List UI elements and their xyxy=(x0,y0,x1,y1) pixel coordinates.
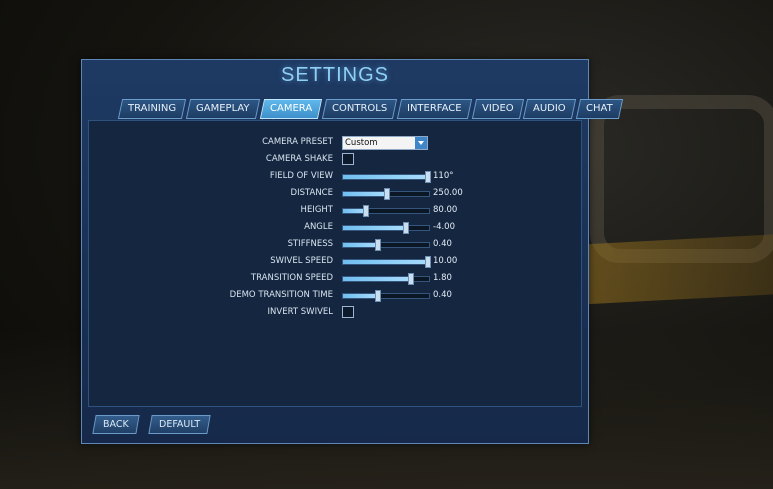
tab-gameplay[interactable]: GAMEPLAY xyxy=(185,99,260,119)
invert-swivel-checkbox[interactable] xyxy=(342,306,354,318)
setting-label: INVERT SWIVEL xyxy=(267,307,333,317)
camera-shake-checkbox[interactable] xyxy=(342,153,354,165)
swivel-speed-slider[interactable] xyxy=(342,256,431,268)
slider-handle[interactable] xyxy=(375,239,382,251)
slider-handle[interactable] xyxy=(384,188,390,200)
slider-fill xyxy=(343,209,365,213)
camera-settings-content: CAMERA PRESET Custom CAMERA SHAKE FIELD … xyxy=(88,120,582,407)
setting-value: -4.00 xyxy=(433,222,455,232)
field-of-view-row: FIELD OF VIEW 110° xyxy=(89,169,581,186)
button-label: BACK xyxy=(103,419,129,430)
setting-label: HEIGHT xyxy=(300,205,333,215)
transition-speed-slider[interactable] xyxy=(342,273,430,285)
slider-handle[interactable] xyxy=(425,171,431,183)
distance-slider[interactable] xyxy=(342,188,430,200)
field-of-view-slider[interactable] xyxy=(342,171,431,183)
slider-fill xyxy=(343,226,405,230)
tab-video[interactable]: VIDEO xyxy=(471,99,524,119)
tab-label: AUDIO xyxy=(533,103,566,114)
setting-label: DISTANCE xyxy=(290,188,333,198)
default-button[interactable]: DEFAULT xyxy=(148,415,211,434)
tab-label: GAMEPLAY xyxy=(196,103,250,114)
tab-controls[interactable]: CONTROLS xyxy=(321,99,398,119)
slider-handle[interactable] xyxy=(362,205,369,217)
setting-label: ANGLE xyxy=(304,222,333,232)
camera-preset-dropdown[interactable]: Custom xyxy=(342,136,428,150)
setting-label: SWIVEL SPEED xyxy=(270,256,333,266)
settings-title: SETTINGS xyxy=(280,64,389,86)
setting-value: 250.00 xyxy=(433,188,463,198)
height-slider[interactable] xyxy=(342,205,430,217)
demo-transition-time-slider[interactable] xyxy=(342,290,430,302)
slider-handle[interactable] xyxy=(408,273,415,285)
stiffness-row: STIFFNESS 0.40 xyxy=(89,237,581,254)
setting-value: 0.40 xyxy=(433,290,452,300)
background-stripe xyxy=(560,234,773,306)
tab-training[interactable]: TRAINING xyxy=(117,99,187,119)
tab-audio[interactable]: AUDIO xyxy=(523,99,577,119)
tab-label: CONTROLS xyxy=(331,103,387,114)
setting-value: 0.40 xyxy=(433,239,452,249)
tab-label: VIDEO xyxy=(481,103,514,114)
setting-label: TRANSITION SPEED xyxy=(250,273,333,283)
setting-value: 10.00 xyxy=(433,256,458,266)
setting-value: 1.80 xyxy=(433,273,452,283)
transition-speed-row: TRANSITION SPEED 1.80 xyxy=(89,271,581,288)
tab-label: CHAT xyxy=(585,103,613,114)
angle-slider[interactable] xyxy=(342,222,430,234)
setting-label: FIELD OF VIEW xyxy=(269,171,333,181)
slider-fill xyxy=(343,277,411,281)
height-row: HEIGHT 80.00 xyxy=(89,203,581,220)
tab-interface[interactable]: INTERFACE xyxy=(396,99,472,119)
tab-label: TRAINING xyxy=(128,103,177,114)
setting-label: STIFFNESS xyxy=(287,239,333,249)
slider-fill xyxy=(343,294,378,298)
slider-handle[interactable] xyxy=(375,290,382,302)
slider-handle[interactable] xyxy=(402,222,409,234)
tab-label: INTERFACE xyxy=(407,103,462,114)
slider-fill xyxy=(343,192,386,196)
invert-swivel-row: INVERT SWIVEL xyxy=(89,305,581,322)
tab-chat[interactable]: CHAT xyxy=(575,99,623,119)
demo-transition-time-row: DEMO TRANSITION TIME 0.40 xyxy=(89,288,581,305)
button-label: DEFAULT xyxy=(159,419,201,430)
settings-panel: SETTINGS TRAINING GAMEPLAY CAMERA CONTRO… xyxy=(81,59,623,444)
dropdown-value: Custom xyxy=(345,138,378,148)
setting-label: CAMERA PRESET xyxy=(262,137,333,147)
setting-label: DEMO TRANSITION TIME xyxy=(229,290,333,300)
slider-fill xyxy=(343,243,378,247)
camera-shake-row: CAMERA SHAKE xyxy=(89,152,581,169)
slider-fill xyxy=(343,175,429,179)
angle-row: ANGLE -4.00 xyxy=(89,220,581,237)
distance-row: DISTANCE 250.00 xyxy=(89,186,581,203)
chevron-down-icon[interactable] xyxy=(415,137,427,149)
back-button[interactable]: BACK xyxy=(92,415,140,434)
tab-label: CAMERA xyxy=(269,103,312,114)
setting-value: 110° xyxy=(433,171,454,181)
stiffness-slider[interactable] xyxy=(342,239,430,251)
tab-bar: TRAINING GAMEPLAY CAMERA CONTROLS INTERF… xyxy=(117,99,623,119)
setting-label: CAMERA SHAKE xyxy=(265,154,333,164)
camera-preset-row: CAMERA PRESET Custom xyxy=(89,135,581,152)
swivel-speed-row: SWIVEL SPEED 10.00 xyxy=(89,254,581,271)
slider-fill xyxy=(343,260,429,264)
slider-handle[interactable] xyxy=(425,256,431,268)
setting-value: 80.00 xyxy=(433,205,458,215)
